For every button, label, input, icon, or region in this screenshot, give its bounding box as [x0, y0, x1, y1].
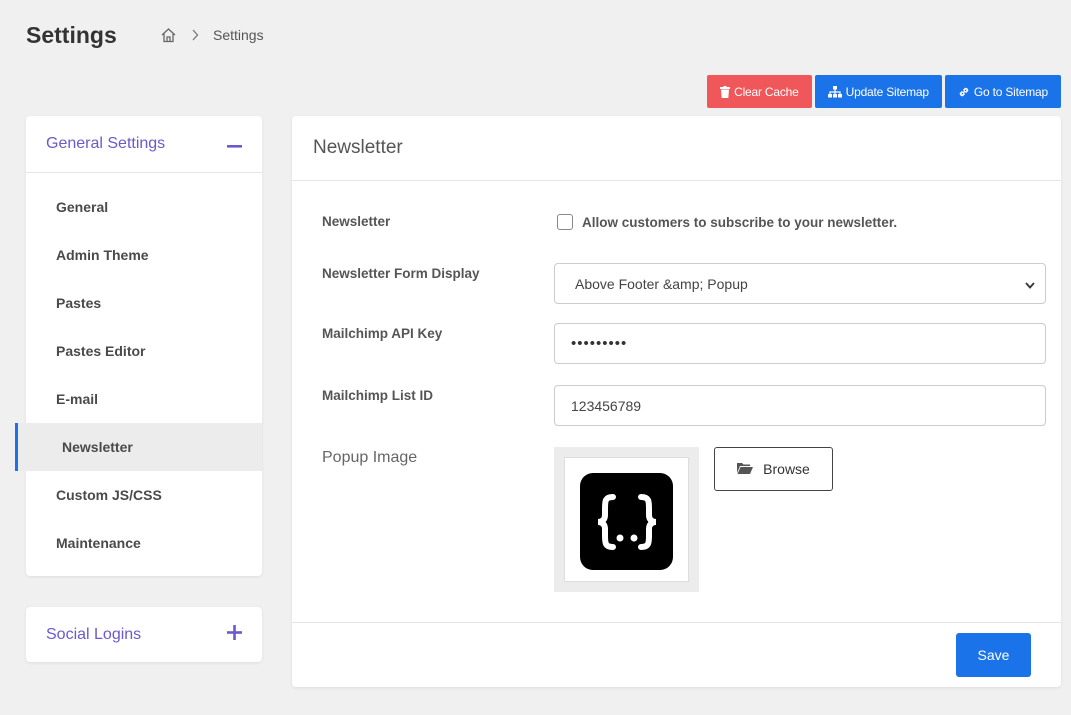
popup-image-preview: [554, 447, 699, 592]
save-button[interactable]: Save: [956, 633, 1031, 677]
minus-icon[interactable]: [227, 135, 242, 153]
clear-cache-label: Clear Cache: [734, 84, 799, 99]
list-id-input[interactable]: 123456789: [554, 385, 1046, 426]
general-settings-title: General Settings: [46, 135, 166, 152]
form-display-label: Newsletter Form Display: [322, 266, 480, 281]
chevron-down-icon: [1025, 276, 1035, 292]
newsletter-panel-header: Newsletter: [292, 116, 1061, 181]
list-id-value: 123456789: [571, 397, 642, 414]
general-settings-header[interactable]: General Settings: [26, 116, 262, 173]
folder-open-icon: [737, 461, 754, 477]
list-id-label: Mailchimp List ID: [322, 388, 434, 403]
sidebar-item-maintenance[interactable]: Maintenance: [26, 519, 262, 567]
trash-icon: [720, 85, 731, 98]
social-logins-header[interactable]: Social Logins: [26, 607, 262, 662]
sidebar-item-email[interactable]: E-mail: [26, 375, 262, 423]
popup-image-frame: [564, 457, 689, 582]
api-key-label: Mailchimp API Key: [322, 326, 443, 341]
breadcrumb-current: Settings: [213, 27, 264, 43]
sidebar-item-custom-js-css[interactable]: Custom JS/CSS: [26, 471, 262, 519]
top-actions: Clear Cache Update Sitemap Go to Sitemap: [707, 75, 1061, 108]
sidebar-item-newsletter[interactable]: Newsletter: [15, 423, 262, 471]
update-sitemap-button[interactable]: Update Sitemap: [814, 75, 942, 108]
go-to-sitemap-button[interactable]: Go to Sitemap: [944, 75, 1061, 108]
sidebar-item-admin-theme[interactable]: Admin Theme: [26, 231, 262, 279]
browse-label: Browse: [763, 461, 810, 477]
newsletter-panel: Newsletter Newsletter Allow customers to…: [292, 116, 1061, 687]
newsletter-checkbox-row: Allow customers to subscribe to your new…: [557, 214, 897, 230]
sitemap-icon: [827, 85, 842, 98]
general-settings-list: General Admin Theme Pastes Pastes Editor…: [15, 173, 262, 567]
breadcrumb: Settings: [160, 27, 264, 43]
form-display-select[interactable]: Above Footer &amp; Popup: [554, 263, 1046, 304]
code-braces-logo: [580, 473, 673, 570]
plus-icon[interactable]: [227, 624, 242, 645]
general-settings-panel: General Settings General Admin Theme Pas…: [15, 116, 262, 576]
sidebar-item-pastes[interactable]: Pastes: [26, 279, 262, 327]
form-display-value: Above Footer &amp; Popup: [575, 275, 748, 292]
go-to-sitemap-label: Go to Sitemap: [973, 84, 1048, 99]
social-logins-title: Social Logins: [46, 625, 142, 643]
page-title: Settings: [26, 22, 117, 48]
newsletter-checkbox-label[interactable]: Allow customers to subscribe to your new…: [582, 215, 897, 230]
clear-cache-button[interactable]: Clear Cache: [707, 75, 812, 108]
newsletter-checkbox[interactable]: [557, 214, 573, 230]
sidebar-item-pastes-editor[interactable]: Pastes Editor: [26, 327, 262, 375]
api-key-input[interactable]: •••••••••: [554, 323, 1046, 364]
newsletter-label: Newsletter: [322, 214, 391, 229]
panel-title: Newsletter: [313, 137, 403, 158]
api-key-value: •••••••••: [571, 335, 628, 352]
social-logins-panel: Social Logins: [26, 607, 262, 662]
panel-footer: Save: [292, 622, 1061, 687]
browse-button[interactable]: Browse: [714, 447, 833, 491]
update-sitemap-label: Update Sitemap: [845, 84, 929, 99]
chevron-right-icon: [191, 29, 199, 41]
home-icon[interactable]: [160, 27, 177, 43]
link-icon: [958, 86, 970, 98]
popup-image-label: Popup Image: [322, 449, 418, 466]
sidebar-item-general[interactable]: General: [26, 183, 262, 231]
